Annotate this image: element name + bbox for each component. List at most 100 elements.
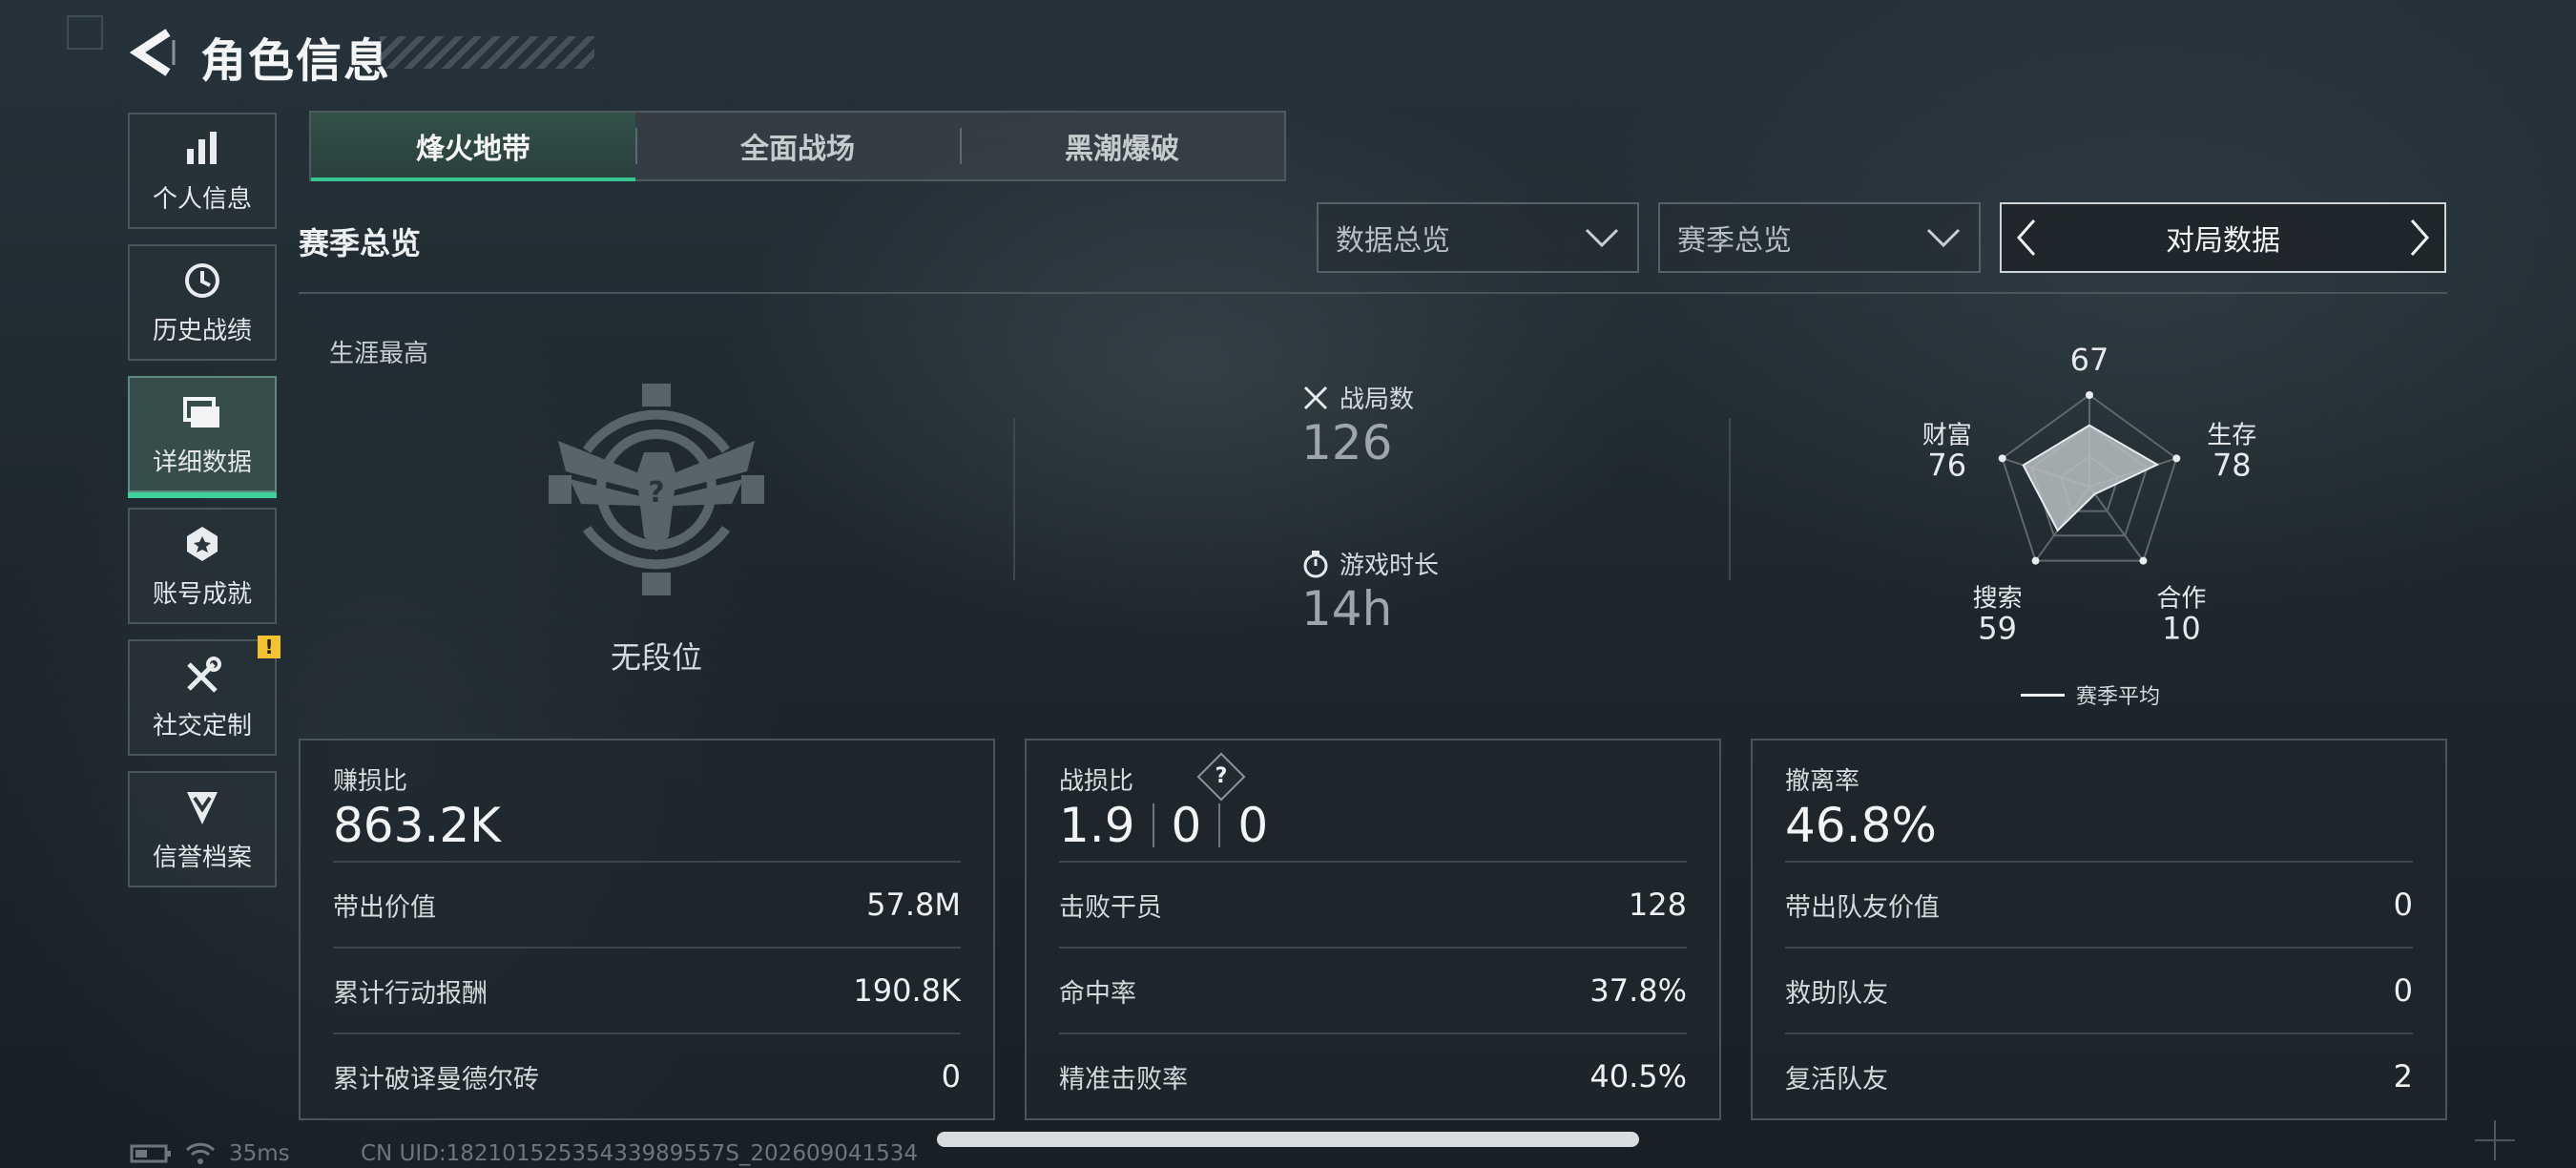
section-title: 赛季总览 xyxy=(299,225,422,261)
status-bar: 35ms xyxy=(130,1141,290,1166)
vertical-divider xyxy=(1013,418,1015,580)
sidebar-item-label: 历史战绩 xyxy=(152,316,252,345)
table-row: 击败干员 128 xyxy=(1059,861,1687,947)
row-label: 带出价值 xyxy=(333,892,436,923)
sidebar-item-history[interactable]: 历史战绩 xyxy=(128,244,277,361)
career-highest-label: 生涯最高 xyxy=(329,340,429,368)
vertical-divider xyxy=(1729,418,1731,580)
table-row: 累计行动报酬 190.8K xyxy=(333,947,961,1032)
uid-text: CN UID:18210152535433989557S_20260904153… xyxy=(361,1141,919,1166)
shield-chevron-icon xyxy=(187,791,218,824)
radar-axis-value: 76 xyxy=(1927,447,1966,483)
table-row: 精准击败率 40.5% xyxy=(1059,1032,1687,1118)
chevron-down-icon xyxy=(1926,228,1961,248)
back-button[interactable] xyxy=(126,27,181,78)
table-row: 命中率 37.8% xyxy=(1059,947,1687,1032)
tab-warzone[interactable]: 烽火地带 xyxy=(311,113,635,181)
sidebar-item-achievements[interactable]: 账号成就 xyxy=(128,508,277,624)
row-label: 救助队友 xyxy=(1785,978,1888,1009)
profit-card: 赚损比 863.2K 带出价值 57.8M 累计行动报酬 190.8K 累计破译… xyxy=(299,739,995,1120)
back-arrow-icon xyxy=(129,29,176,76)
home-indicator[interactable] xyxy=(937,1132,1639,1147)
radar-axis-value: 59 xyxy=(1978,611,2017,647)
matches-value: 126 xyxy=(1301,415,1393,470)
row-value: 2 xyxy=(2393,1058,2413,1095)
ping-text: 35ms xyxy=(229,1141,290,1166)
playtime-label: 游戏时长 xyxy=(1340,552,1440,580)
table-row: 带出队友价值 0 xyxy=(1785,861,2413,947)
kd-ratio-label: 战损比 xyxy=(1059,767,1134,796)
match-data-pager: 对局数据 xyxy=(2000,202,2446,273)
matches-label: 战局数 xyxy=(1340,386,1415,414)
extraction-rate-value: 46.8% xyxy=(1785,798,1937,853)
profit-ratio-label: 赚损比 xyxy=(333,767,408,796)
kd-separator xyxy=(1218,803,1221,847)
tab-full-battlefield[interactable]: 全面战场 xyxy=(635,113,960,179)
row-label: 带出队友价值 xyxy=(1785,892,1940,923)
chevron-right-icon[interactable] xyxy=(2406,217,2433,259)
crossed-swords-icon xyxy=(1303,386,1328,409)
sidebar-item-personal-info[interactable]: 个人信息 xyxy=(128,113,277,229)
kd-value: 1.9 xyxy=(1059,798,1135,853)
sidebar-item-label: 社交定制 xyxy=(152,711,252,740)
radar-vertex xyxy=(1998,454,2006,463)
row-value: 0 xyxy=(2393,972,2413,1009)
battery-icon xyxy=(130,1144,171,1163)
chevron-left-icon[interactable] xyxy=(2013,217,2040,259)
radar-spoke xyxy=(2088,486,2145,562)
stopwatch-icon xyxy=(1303,550,1328,577)
medal-icon xyxy=(187,526,218,561)
table-row: 救助队友 0 xyxy=(1785,947,2413,1032)
radar-legend: 赛季平均 xyxy=(2021,679,2160,710)
profit-ratio-value: 863.2K xyxy=(333,798,501,853)
data-overview-select[interactable]: 数据总览 xyxy=(1317,202,1639,273)
row-value: 57.8M xyxy=(866,886,961,923)
kd-values: 1.9 0 0 xyxy=(1059,798,1268,853)
kd-value: 0 xyxy=(1171,798,1202,853)
kd-separator xyxy=(1152,803,1154,847)
page-title: 角色信息 xyxy=(200,34,392,88)
sidebar-item-reputation[interactable]: 信誉档案 xyxy=(128,771,277,887)
season-select[interactable]: 赛季总览 xyxy=(1658,202,1981,273)
radar-vertex xyxy=(2031,556,2040,565)
row-label: 复活队友 xyxy=(1785,1064,1888,1095)
folder-icon xyxy=(183,396,219,428)
section-divider xyxy=(299,292,2447,294)
tools-icon xyxy=(187,656,221,693)
legend-label: 赛季平均 xyxy=(2076,685,2161,709)
radar-axis-label: 搜索 xyxy=(1973,585,2023,614)
combat-card: 战损比 ? 1.9 0 0 击败干员 128 命中率 37.8% 精准击败率 4… xyxy=(1025,739,1721,1120)
radar-axis-label: 生存 xyxy=(2207,421,2256,449)
playtime-value: 14h xyxy=(1301,581,1393,636)
svg-text:?: ? xyxy=(648,476,664,510)
row-value: 40.5% xyxy=(1589,1058,1687,1095)
sidebar-item-label: 信誉档案 xyxy=(152,843,252,872)
mode-tabs: 烽火地带 全面战场 黑潮爆破 xyxy=(309,111,1286,181)
chevron-down-icon xyxy=(1585,228,1619,248)
radar-axis-value: 67 xyxy=(2070,344,2109,378)
playtime-stat: 游戏时长 14h xyxy=(1301,546,1439,636)
row-value: 0 xyxy=(941,1058,961,1095)
radar-vertex xyxy=(2139,556,2148,565)
pager-label: 对局数据 xyxy=(2166,224,2280,258)
sidebar-item-detailed-data[interactable]: 详细数据 xyxy=(128,376,277,498)
bar-chart-icon xyxy=(187,131,217,164)
radar-axis-label: 合作 xyxy=(2156,585,2206,614)
row-label: 精准击败率 xyxy=(1059,1064,1188,1095)
kd-value: 0 xyxy=(1237,798,1269,853)
row-value: 128 xyxy=(1628,886,1687,923)
help-button[interactable]: ? xyxy=(1196,752,1246,802)
radar-vertex xyxy=(2086,391,2093,399)
legend-line xyxy=(2021,693,2065,697)
crosshair-decoration xyxy=(2475,1120,2515,1160)
tab-black-tide[interactable]: 黑潮爆破 xyxy=(960,113,1284,179)
radar-axis-label: 财富 xyxy=(1922,421,1972,449)
table-row: 累计破译曼德尔砖 0 xyxy=(333,1032,961,1118)
radar-value-area xyxy=(2022,424,2160,532)
extraction-rate-label: 撤离率 xyxy=(1785,767,1860,796)
sidebar-item-social-custom[interactable]: 社交定制 ! xyxy=(128,636,280,756)
question-mark-icon: ? xyxy=(1215,764,1228,788)
row-label: 累计行动报酬 xyxy=(333,978,488,1009)
corner-frame-decoration xyxy=(67,15,103,50)
rank-text: 无段位 xyxy=(611,639,703,676)
